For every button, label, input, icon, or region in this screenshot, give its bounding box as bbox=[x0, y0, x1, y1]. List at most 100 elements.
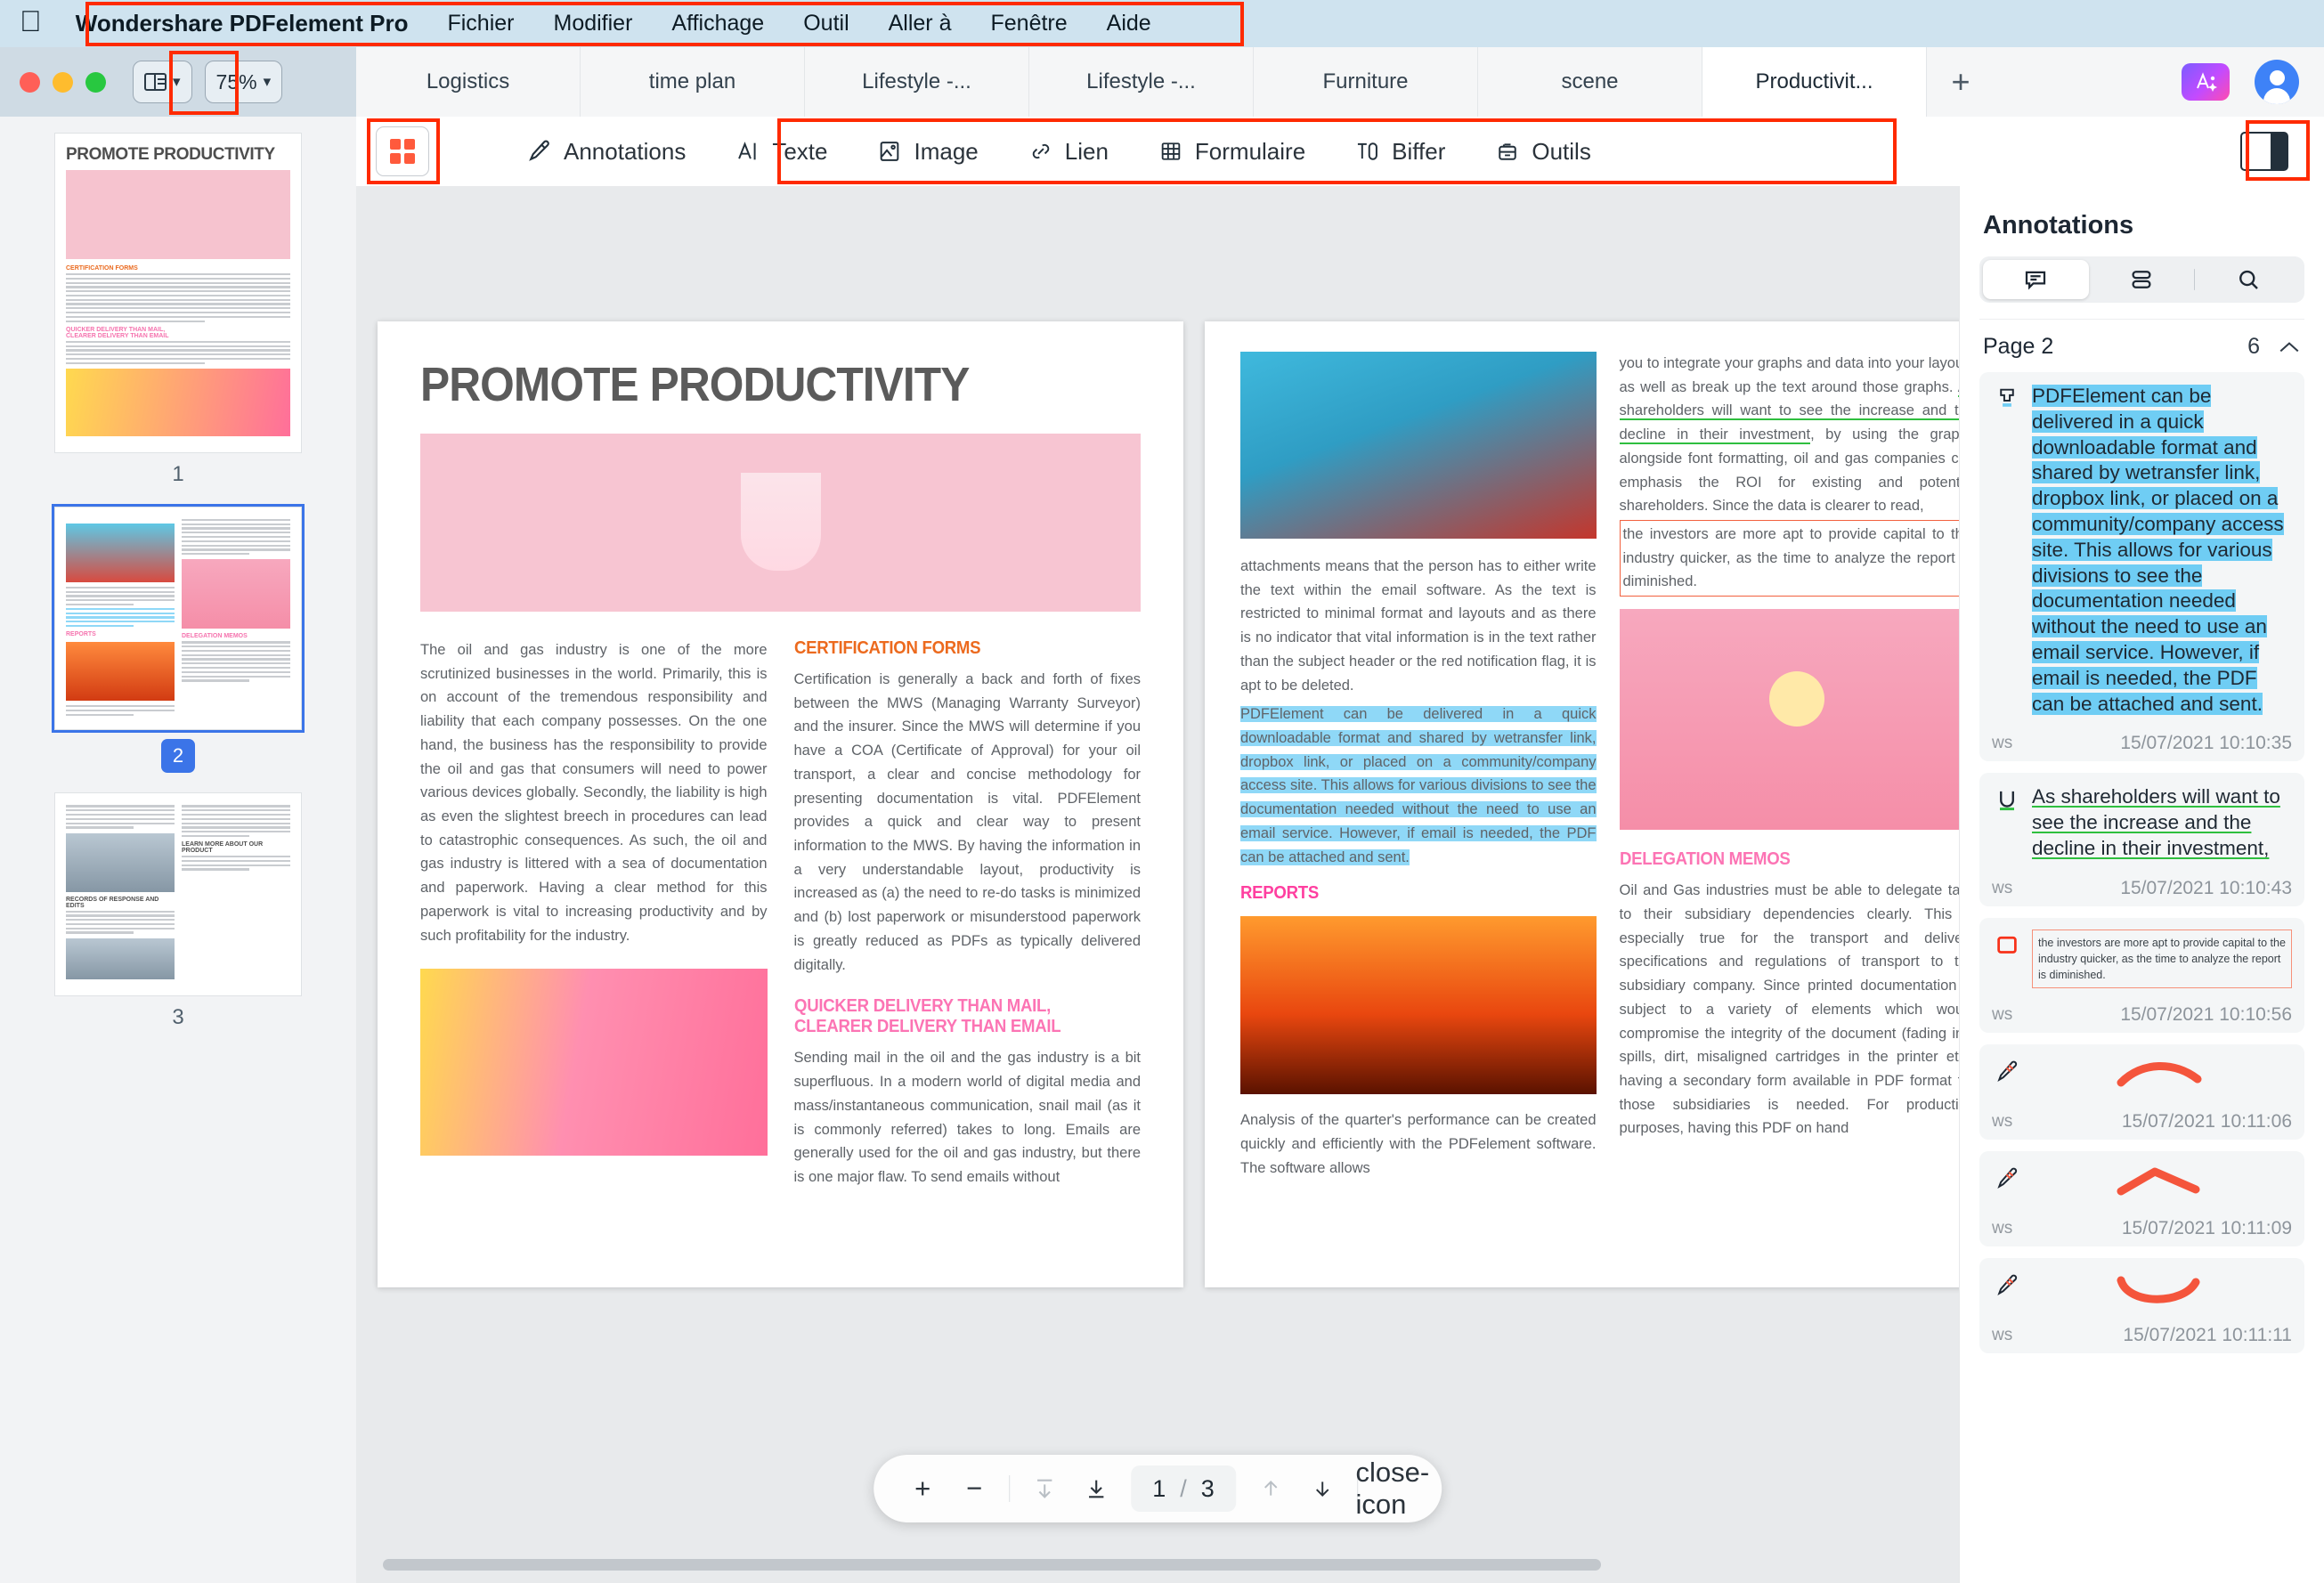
menu-item-app-name[interactable]: Wondershare PDFelement Pro bbox=[69, 10, 428, 37]
section-body-quicker: Sending mail in the oil and the gas indu… bbox=[793, 1050, 1142, 1185]
annotation-author: ws bbox=[1992, 1326, 2013, 1345]
chevron-down-icon: ▾ bbox=[263, 73, 272, 90]
grid-button-highlight-box bbox=[367, 118, 440, 184]
tool-annotations-label: Annotations bbox=[564, 137, 687, 165]
tool-annotations[interactable]: Annotations bbox=[500, 138, 711, 166]
tab-time-plan[interactable]: time plan bbox=[581, 47, 805, 117]
annotation-group-header[interactable]: Page 2 6 bbox=[1979, 319, 2304, 372]
thumbnail-page-3[interactable]: RECORDS OF RESPONSE AND EDITS LEARN MORE… bbox=[54, 792, 302, 996]
tab-lifestyle-2[interactable]: Lifestyle -... bbox=[1029, 47, 1254, 117]
annotations-panel-title: Annotations bbox=[1983, 211, 2134, 239]
menu-item-aide[interactable]: Aide bbox=[1087, 11, 1171, 37]
annotation-card-underline[interactable]: As shareholders will want to see the inc… bbox=[1979, 773, 2304, 906]
thumb-heading-records: RECORDS OF RESPONSE AND EDITS bbox=[66, 896, 159, 909]
thumbnail-page-1[interactable]: PROMOTE PRODUCTIVITY CERTIFICATION FORMS… bbox=[54, 133, 302, 453]
document-page-2[interactable]: attachments means that the person has to… bbox=[1205, 321, 1959, 1287]
thumb-photo-man bbox=[66, 523, 175, 582]
page1-beach-photo bbox=[420, 969, 768, 1157]
rectangle-icon bbox=[1992, 930, 2022, 988]
arrow-down-icon[interactable] bbox=[1296, 1463, 1348, 1514]
page2-boxed-annotation[interactable]: the investors are more apt to provide ca… bbox=[1619, 520, 1959, 597]
horizontal-scrollbar[interactable] bbox=[356, 1559, 1959, 1571]
avatar[interactable] bbox=[2255, 60, 2299, 104]
annotation-card-highlight[interactable]: PDFElement can be delivered in a quick d… bbox=[1979, 372, 2304, 762]
page2-col1-after: Analysis of the quarter's performance ca… bbox=[1240, 1112, 1597, 1176]
ai-assistant-icon[interactable] bbox=[2182, 63, 2230, 101]
tab-logistics[interactable]: Logistics bbox=[356, 47, 581, 117]
apple-logo-icon[interactable]:  bbox=[20, 6, 42, 41]
thumb-heading-learn: LEARN MORE ABOUT OUR PRODUCT bbox=[182, 841, 264, 855]
page-navigation-toolbar[interactable]: + − 1 / 3 close-icon bbox=[874, 1455, 1442, 1522]
tab-scene[interactable]: scene bbox=[1478, 47, 1702, 117]
go-first-icon[interactable] bbox=[1019, 1463, 1070, 1514]
document-canvas[interactable]: PROMOTE PRODUCTIVITY The oil and gas ind… bbox=[356, 186, 1959, 1583]
thumb-photo-people bbox=[66, 832, 175, 892]
thumb-text-block bbox=[182, 856, 290, 871]
annotation-card-ink-1[interactable]: ws 15/07/2021 10:11:06 bbox=[1979, 1044, 2304, 1141]
thumb-text-block bbox=[66, 340, 290, 364]
segment-comments[interactable] bbox=[1983, 260, 2089, 299]
thumb-heading-certification: CERTIFICATION FORMS bbox=[66, 265, 138, 272]
annotation-group-label: Page 2 bbox=[1983, 334, 2054, 359]
page2-col1-paragraph: attachments means that the person has to… bbox=[1240, 558, 1597, 694]
annotation-card-ink-3[interactable]: ws 15/07/2021 10:11:11 bbox=[1979, 1258, 2304, 1354]
thumb-heading-reports: REPORTS bbox=[66, 631, 96, 638]
thumbnail-page-2[interactable]: REPORTS DELEGATION MEMOS bbox=[52, 503, 305, 734]
thumbnail-number-2: 2 bbox=[161, 739, 195, 774]
pencil-draw-icon bbox=[1992, 1056, 2022, 1095]
thumb-text-block bbox=[66, 586, 175, 606]
underline-icon bbox=[1992, 784, 2022, 861]
annotation-timestamp: 15/07/2021 10:11:11 bbox=[2123, 1325, 2292, 1346]
menu-item-aller-a[interactable]: Aller à bbox=[869, 11, 971, 37]
page-thumbnails-rail[interactable]: PROMOTE PRODUCTIVITY CERTIFICATION FORMS… bbox=[0, 117, 356, 1583]
go-down-icon[interactable] bbox=[1070, 1463, 1122, 1514]
annotation-card-ink-2[interactable]: ws 15/07/2021 10:11:09 bbox=[1979, 1151, 2304, 1247]
minimize-button[interactable] bbox=[53, 71, 73, 93]
segment-search[interactable] bbox=[2195, 260, 2301, 299]
page2-highlighted-text[interactable]: PDFElement can be delivered in a quick d… bbox=[1240, 706, 1597, 865]
pencil-draw-icon bbox=[1992, 1163, 2022, 1202]
segment-list[interactable] bbox=[2089, 260, 2195, 299]
total-pages-value: 3 bbox=[1200, 1474, 1215, 1502]
tab-productivity[interactable]: Productivit... bbox=[1702, 47, 1927, 117]
thumb-heading-quicker: QUICKER DELIVERY THAN MAIL, CLEARER DELIV… bbox=[66, 326, 169, 339]
arrow-up-icon[interactable] bbox=[1245, 1463, 1296, 1514]
menu-item-fichier[interactable]: Fichier bbox=[427, 11, 533, 37]
annotation-card-rectangle[interactable]: the investors are more apt to provide ca… bbox=[1979, 917, 2304, 1034]
thumb-photo-sunset bbox=[66, 642, 175, 702]
tab-bar: ▾ 75% ▾ Logistics time plan Lifestyle -.… bbox=[0, 47, 2324, 117]
maximize-button[interactable] bbox=[85, 71, 106, 93]
page-indicator[interactable]: 1 / 3 bbox=[1131, 1465, 1236, 1512]
tabbar-right-actions bbox=[2157, 47, 2324, 117]
tab-furniture[interactable]: Furniture bbox=[1254, 47, 1478, 117]
annotation-timestamp: 15/07/2021 10:10:43 bbox=[2120, 877, 2292, 898]
page2-sunset-photo bbox=[1240, 916, 1597, 1095]
highlighter-pen-icon bbox=[525, 138, 552, 165]
zoom-out-button[interactable]: − bbox=[948, 1463, 1000, 1514]
page-separator: / bbox=[1180, 1474, 1187, 1502]
menu-item-affichage[interactable]: Affichage bbox=[652, 11, 784, 37]
divider bbox=[1009, 1475, 1011, 1502]
traffic-lights bbox=[20, 71, 106, 93]
pencil-draw-icon bbox=[1992, 1270, 2022, 1309]
thumb-heading-delegation: DELEGATION MEMOS bbox=[182, 633, 248, 640]
thumb-text-block-highlighted bbox=[66, 607, 175, 628]
annotation-timestamp: 15/07/2021 10:11:09 bbox=[2121, 1218, 2292, 1239]
thumb-photo bbox=[66, 368, 290, 436]
document-page-1[interactable]: PROMOTE PRODUCTIVITY The oil and gas ind… bbox=[378, 321, 1183, 1287]
close-icon[interactable]: close-icon bbox=[1355, 1457, 1429, 1520]
thumb-photo-bulb bbox=[182, 559, 290, 629]
chevron-up-icon[interactable] bbox=[2278, 339, 2301, 355]
tab-lifestyle-1[interactable]: Lifestyle -... bbox=[805, 47, 1029, 117]
thumb-text-block bbox=[182, 518, 290, 556]
zoom-in-button[interactable]: + bbox=[897, 1463, 948, 1514]
thumb-hero-image bbox=[66, 170, 290, 259]
thumb-title: PROMOTE PRODUCTIVITY bbox=[66, 145, 275, 164]
new-tab-button[interactable]: + bbox=[1927, 47, 1995, 117]
menu-item-outil[interactable]: Outil bbox=[784, 11, 868, 37]
annotation-ink-preview bbox=[2032, 1163, 2292, 1202]
close-button[interactable] bbox=[20, 71, 40, 93]
menu-item-fenetre[interactable]: Fenêtre bbox=[971, 11, 1087, 37]
highlight-marker-icon bbox=[1992, 384, 2022, 717]
menu-item-modifier[interactable]: Modifier bbox=[534, 11, 653, 37]
